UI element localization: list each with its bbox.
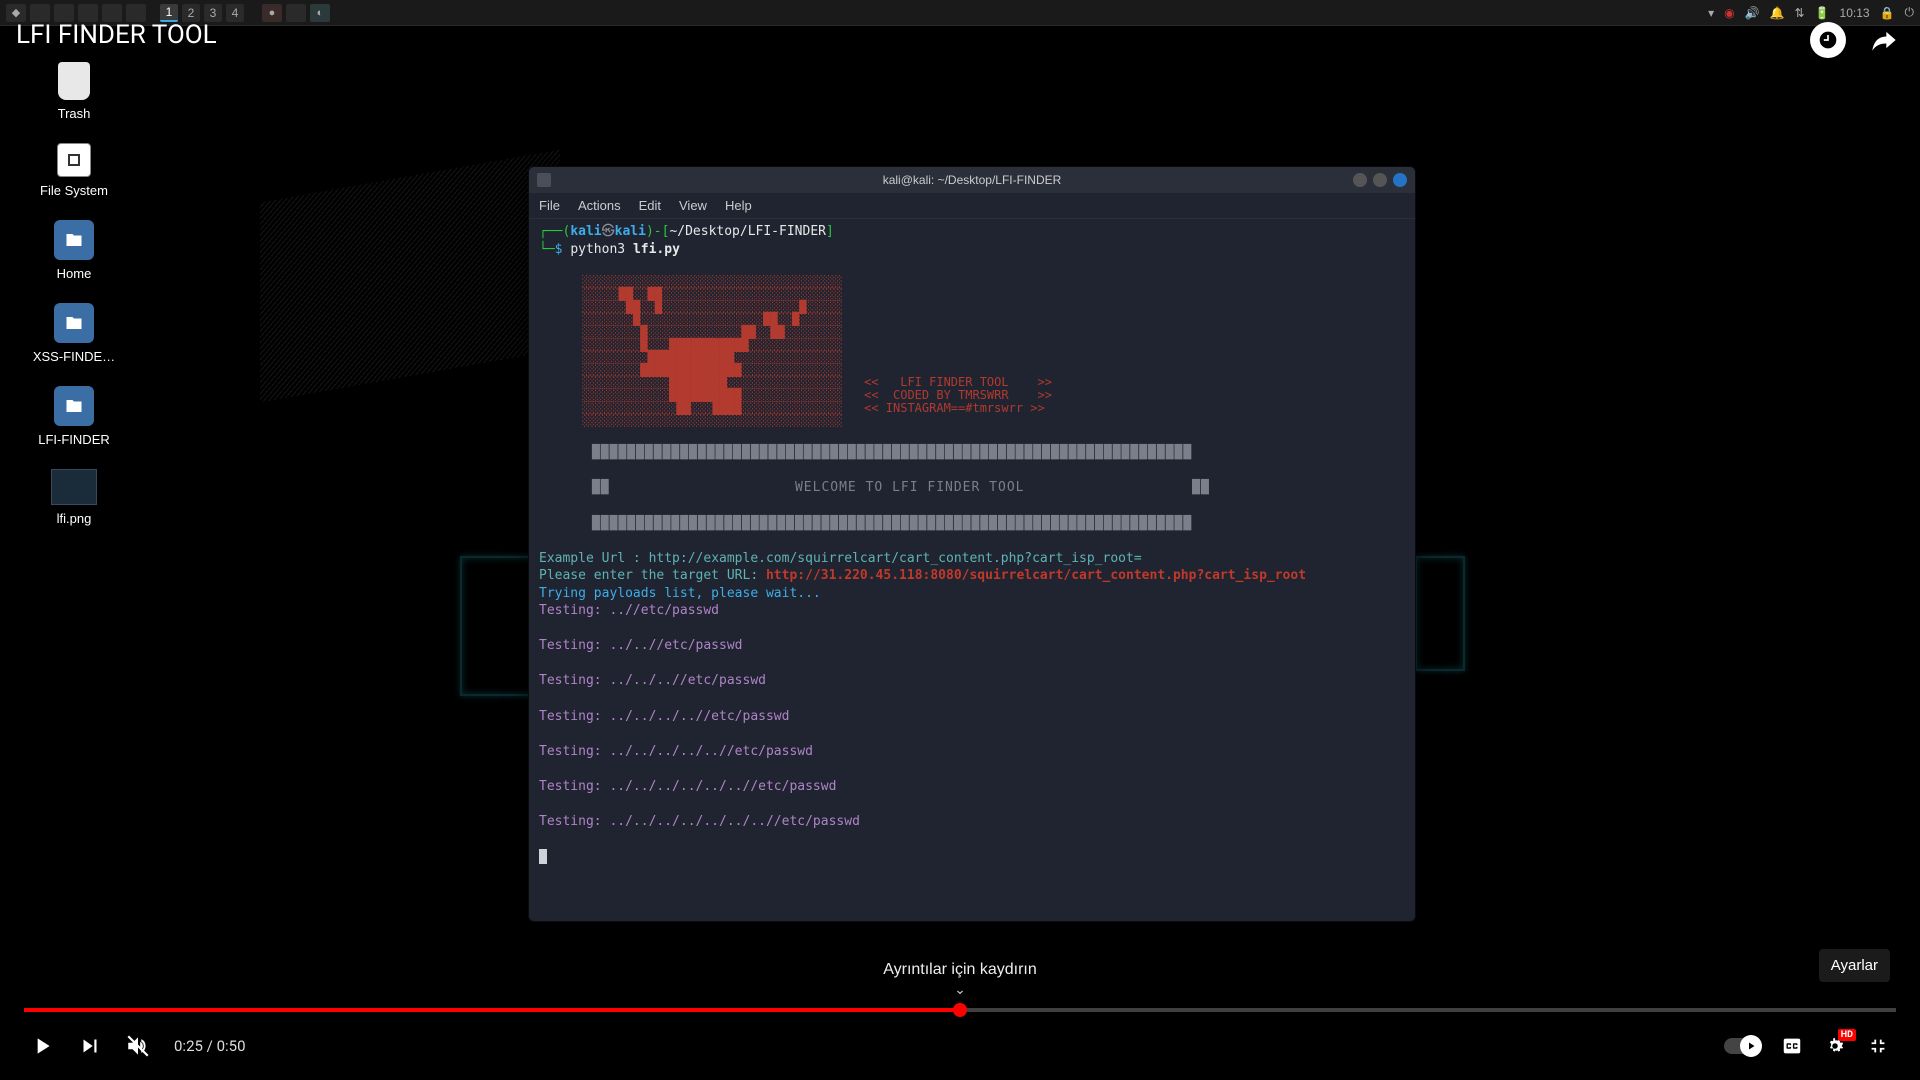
watch-later-button[interactable] — [1810, 22, 1846, 58]
desktop-icon-filesystem[interactable]: File System — [24, 143, 124, 198]
taskbar-indicator-icon[interactable]: ◐ — [310, 4, 330, 22]
os-taskbar: ◆ 1 2 3 4 ● ◐ ▾ ◉ 🔊 🔔 ⇅ 🔋 10:13 🔒 ⏻ — [0, 0, 1920, 26]
desktop-icon-trash[interactable]: Trash — [24, 62, 124, 121]
tray-clock[interactable]: 10:13 — [1840, 6, 1870, 20]
desktop-icon-label: XSS-FINDE… — [33, 349, 115, 364]
video-title: LFI FINDER TOOL — [16, 20, 217, 50]
share-button[interactable] — [1866, 22, 1902, 58]
taskbar-terminal-icon[interactable] — [286, 4, 306, 22]
desktop-icon-label: LFI-FINDER — [38, 432, 110, 447]
thumb-icon — [51, 469, 97, 505]
window-close-button[interactable] — [1393, 173, 1407, 187]
desktop-icon-label: Trash — [58, 106, 91, 121]
trash-icon — [58, 62, 90, 100]
tray-notification-icon[interactable]: 🔔 — [1770, 6, 1785, 20]
tray-icon[interactable]: ▾ — [1708, 6, 1714, 20]
window-app-icon — [537, 173, 551, 187]
folder-icon — [54, 220, 94, 260]
fs-icon — [57, 143, 91, 177]
tray-network-icon[interactable]: ⇅ — [1795, 6, 1805, 20]
scroll-hint-text: Ayrıntılar için kaydırın — [883, 961, 1037, 978]
tray-battery-icon[interactable]: 🔋 — [1815, 6, 1830, 20]
menu-view[interactable]: View — [679, 198, 707, 213]
settings-button[interactable]: HD — [1824, 1035, 1846, 1057]
play-button[interactable] — [24, 1028, 60, 1064]
window-maximize-button[interactable] — [1373, 173, 1387, 187]
terminal-menubar: File Actions Edit View Help — [529, 193, 1415, 219]
desktop: Trash File System Home XSS-FINDE… LFI-FINDER… — [0, 26, 1920, 1080]
taskbar-app-icon[interactable] — [30, 4, 50, 22]
app-menu-icon[interactable]: ◆ — [6, 4, 26, 22]
desktop-icon-lfifinder[interactable]: LFI-FINDER — [24, 386, 124, 447]
fullscreen-exit-button[interactable] — [1860, 1028, 1896, 1064]
duration: 0:50 — [217, 1037, 246, 1055]
menu-file[interactable]: File — [539, 198, 560, 213]
tray-power-icon[interactable]: ⏻ — [1905, 5, 1915, 20]
desktop-icon-label: lfi.png — [57, 511, 92, 526]
workspace-3[interactable]: 3 — [204, 4, 222, 22]
desktop-icon-label: Home — [57, 266, 92, 281]
window-titlebar[interactable]: kali@kali: ~/Desktop/LFI-FINDER — [529, 167, 1415, 193]
tray-lock-icon[interactable]: 🔒 — [1880, 6, 1895, 20]
window-title: kali@kali: ~/Desktop/LFI-FINDER — [883, 173, 1062, 187]
menu-actions[interactable]: Actions — [578, 198, 621, 213]
chevron-down-icon: ⌄ — [883, 981, 1037, 998]
taskbar-app-icon[interactable] — [78, 4, 98, 22]
workspace-1[interactable]: 1 — [160, 4, 178, 22]
settings-tooltip: Ayarlar — [1819, 949, 1890, 982]
progress-bar[interactable] — [24, 1008, 1896, 1012]
next-button[interactable] — [72, 1028, 108, 1064]
terminal-window: kali@kali: ~/Desktop/LFI-FINDER File Act… — [528, 166, 1416, 922]
scroll-hint: Ayrıntılar için kaydırın ⌄ — [883, 961, 1037, 998]
folder-icon — [54, 386, 94, 426]
taskbar-app-icon[interactable] — [126, 4, 146, 22]
desktop-icon-lfipng[interactable]: lfi.png — [24, 469, 124, 526]
desktop-icon-label: File System — [40, 183, 108, 198]
mute-button[interactable] — [120, 1028, 156, 1064]
tray-volume-icon[interactable]: 🔊 — [1745, 6, 1760, 20]
desktop-icon-home[interactable]: Home — [24, 220, 124, 281]
wallpaper-decoration — [1415, 556, 1465, 671]
menu-help[interactable]: Help — [725, 198, 752, 213]
captions-button[interactable] — [1774, 1028, 1810, 1064]
folder-icon — [54, 303, 94, 343]
wallpaper-decoration — [260, 150, 560, 403]
taskbar-app-icon[interactable] — [102, 4, 122, 22]
tray-record-icon[interactable]: ◉ — [1724, 6, 1734, 20]
taskbar-app-icon[interactable] — [54, 4, 74, 22]
terminal-body[interactable]: ┌──(kali㉿kali)-[~/Desktop/LFI-FINDER] └─… — [529, 219, 1415, 921]
current-time: 0:25 — [174, 1037, 203, 1055]
desktop-icon-xssfinder[interactable]: XSS-FINDE… — [24, 303, 124, 364]
menu-edit[interactable]: Edit — [639, 198, 661, 213]
window-minimize-button[interactable] — [1353, 173, 1367, 187]
workspace-2[interactable]: 2 — [182, 4, 200, 22]
time-display: 0:25 / 0:50 — [174, 1037, 246, 1055]
hd-badge: HD — [1838, 1029, 1856, 1041]
autoplay-toggle[interactable] — [1724, 1038, 1760, 1054]
video-player-controls: 0:25 / 0:50 HD — [0, 1008, 1920, 1080]
workspace-4[interactable]: 4 — [226, 4, 244, 22]
taskbar-indicator-icon[interactable]: ● — [262, 4, 282, 22]
